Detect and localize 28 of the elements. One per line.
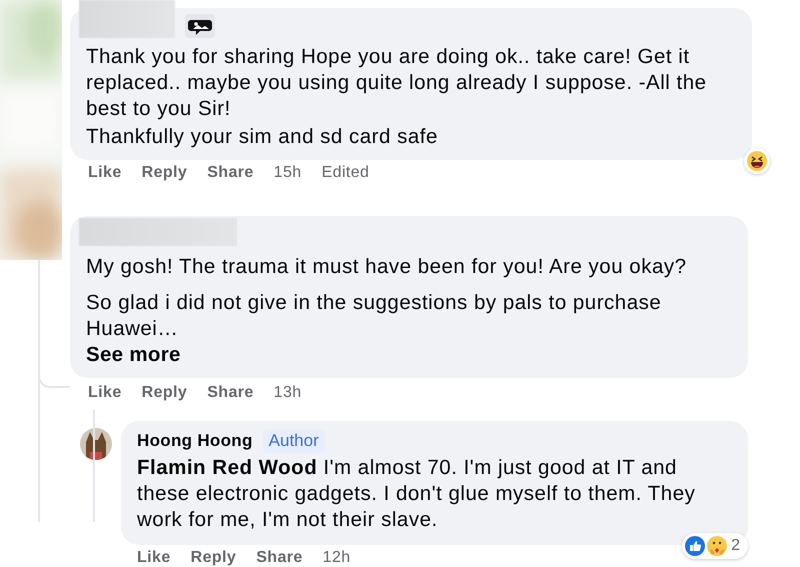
comment-text: So glad i did not give in the suggestions by pals to purchase Huawei… bbox=[86, 290, 662, 342]
hugging-emoji-icon bbox=[706, 534, 728, 557]
edited-label: Edited bbox=[322, 164, 370, 182]
action-link[interactable]: Reply bbox=[190, 548, 236, 567]
action-link[interactable]: Share bbox=[207, 384, 254, 402]
action-link[interactable]: Reply bbox=[142, 384, 188, 402]
action-link[interactable]: Like bbox=[137, 548, 171, 567]
timestamp[interactable]: 15h bbox=[274, 164, 302, 182]
reaction-count: 2 bbox=[730, 536, 741, 555]
reaction-summary[interactable]: 2 bbox=[682, 532, 748, 559]
thumbs-up-icon bbox=[684, 534, 706, 557]
timestamp[interactable]: 12h bbox=[322, 548, 351, 567]
author-badge: Author bbox=[262, 428, 325, 453]
action-link[interactable]: Like bbox=[88, 384, 122, 402]
author-name[interactable]: Hoong Hoong bbox=[137, 430, 253, 451]
reply-text: Flamin Red Wood I'm almost 70. I'm just good at IT and these electronic gadgets. I don't glue myself to them. They work for me, I'm not their slave. bbox=[137, 454, 696, 533]
comment-text: Thank you for sharing Hope you are doing ok.. take care! Get it replaced.. maybe you using quite long already I suppose. -All the best to you Sir! bbox=[86, 44, 708, 122]
reaction-summary[interactable] bbox=[744, 148, 770, 174]
action-link[interactable]: Share bbox=[256, 548, 303, 567]
comment-text: My gosh! The trauma it must have been for you! Are you okay? bbox=[86, 254, 688, 280]
action-link[interactable]: Share bbox=[207, 164, 254, 182]
action-link[interactable]: Like bbox=[88, 164, 122, 182]
timestamp[interactable]: 13h bbox=[274, 384, 302, 402]
laughing-emoji-icon bbox=[746, 150, 768, 172]
comment-text: Thankfully your sim and sd card safe bbox=[86, 124, 439, 150]
action-link[interactable]: Reply bbox=[142, 164, 188, 182]
see-more-link[interactable]: See more bbox=[86, 342, 734, 368]
avatar[interactable] bbox=[80, 428, 112, 460]
